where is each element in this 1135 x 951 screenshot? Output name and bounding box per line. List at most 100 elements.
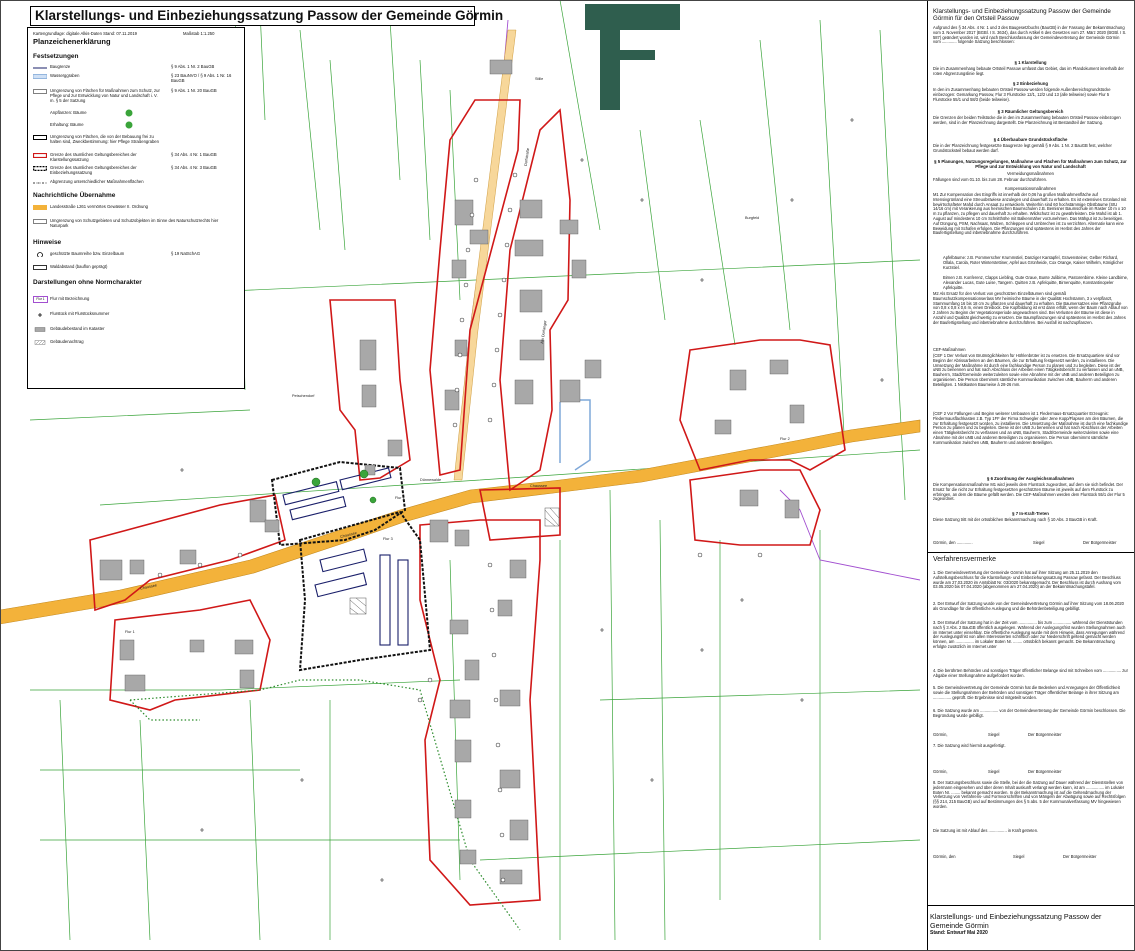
text-intro: Aufgrund des § 34 Abs. 4 Nr. 1 und 3 des…	[933, 25, 1127, 45]
sig2-bm: Der Bürgermeister	[1028, 732, 1062, 737]
legend-item-anpflanzen: Anpflanzen: Bäume	[33, 109, 241, 120]
baugrenze-symbol	[33, 67, 47, 69]
s5-heading: § 5 Planungen, Nutzungsregelungen, Maßna…	[934, 159, 1127, 169]
legend-scale: Maßstab 1:1.250	[183, 31, 215, 36]
forest-distance-symbol	[33, 265, 47, 270]
legend-source: Kartengrundlage: digitale Alkis-Daten St…	[33, 31, 137, 36]
einbeziehung-boundary	[270, 460, 432, 672]
sig4-siegel: Siegel	[1013, 854, 1025, 859]
footer-status: Stand: Entwurf Mai 2020	[930, 930, 988, 936]
sig3-place: Görmin,	[933, 769, 948, 774]
signature-row-1: Görmin, den .............. Siegel Der Bü…	[933, 540, 1128, 546]
plan-title-box: Klarstellungs- und Einbeziehungssatzung …	[30, 6, 503, 26]
legend-item-abgrenzung: Abgrenzung unterschiedlicher Maßnahmenfl…	[33, 179, 241, 189]
box-symbol	[33, 135, 47, 140]
s7-text: Diese Satzung tritt mit der ortsüblichen…	[933, 517, 1098, 522]
sig4-place: Görmin, den	[933, 854, 956, 859]
label-duennewalde: Dünnewalde	[420, 478, 442, 482]
legend-section-hinweise: Hinweise	[33, 239, 62, 246]
legend-item-einbeziehung: Grenze des räumlichen Geltungsbereiches …	[33, 165, 241, 177]
legend-item-klarstellung: Grenze des räumlichen Geltungsbereiches …	[33, 152, 241, 164]
sig3-bm: Der Bürgermeister	[1028, 769, 1062, 774]
signature-place: Görmin, den ..............	[933, 540, 973, 545]
hatch-symbol	[34, 340, 46, 345]
verfahren-4: 4. Die berührten Behörden und sonstigen …	[933, 668, 1128, 678]
footer-title: Klarstellungs- und Einbeziehungssatzung …	[930, 912, 1102, 930]
black-boundary-symbol	[33, 166, 47, 171]
footer-divider	[927, 905, 1135, 906]
s1-text: Die im Zusammenhang bebaute Ortsteil Pas…	[933, 66, 1124, 76]
verfahren-2: 2. Der Entwurf der Satzung wurde von der…	[933, 601, 1124, 611]
m1-apples: Apfelbäume: z.B. Pommerscher Krummstiel,…	[943, 255, 1124, 270]
legend-item-waldabstand: Waldabstand (bauflon geprägt)	[33, 264, 241, 274]
label-flur3: Flur 3	[383, 537, 393, 541]
legend-item-baumreihe: geschützte Baumreihe bzw. Einzelbaum § 1…	[33, 251, 241, 261]
text-panel-heading: Klarstellungs- und Einbeziehungssatzung …	[933, 8, 1111, 22]
protected-tree-symbol	[37, 252, 43, 257]
legend-section-festsetzungen: Festsetzungen	[33, 53, 79, 60]
signature-buergermeister: Der Bürgermeister	[1083, 540, 1117, 545]
legend-panel: Kartengrundlage: digitale Alkis-Daten St…	[27, 27, 245, 389]
legend-item-wassergraben: Wasserggraben § 23 BauNVO / § 9 Abs. 1 N…	[33, 73, 241, 83]
legend-section-nachrichtlich: Nachrichtliche Übernahme	[33, 192, 116, 199]
signature-row-2: Görmin, Siegel Der Bürgermeister	[933, 732, 1128, 738]
signature-siegel: Siegel	[1033, 540, 1045, 545]
sig2-siegel: Siegel	[988, 732, 1000, 737]
sig4-bm: Der Bürgermeister	[1063, 854, 1097, 859]
label-chaussee-east: Chaussee	[530, 484, 548, 488]
plus-symbol	[38, 313, 42, 317]
label-stille: Stille	[535, 77, 544, 81]
cef2-text: (CEF 2 Vor Fällungen und Beginn weiterer…	[933, 411, 1129, 445]
label-flur1: Flur 1	[395, 496, 405, 500]
road-dorfstrasse	[453, 29, 517, 481]
flur-symbol: Flur 1	[33, 296, 48, 303]
s2-text: In den im Zusammenhang bebauten Ortsteil…	[933, 87, 1111, 102]
map-area: Chaussee Chaussee Chaussee Flur 1 Flur 2…	[0, 0, 927, 951]
forest-block	[585, 4, 680, 110]
tree-plant-icon	[125, 109, 133, 117]
legend-item-nachtrag: Gebäudenachtrag	[33, 339, 241, 349]
label-petschendorf: Petschendorf	[292, 394, 315, 398]
tree-keep-icon	[125, 121, 133, 129]
text-panel: Klarstellungs- und Einbeziehungssatzung …	[927, 0, 1135, 951]
legend-item-landesstrasse: Landesstraße L261 vermörtes Gewässer II.…	[33, 204, 241, 214]
s5-faellung: Fällungen sind vom 01.10. bis zum 28. Fe…	[933, 177, 1048, 182]
verfahrensvermerke-heading: Verfahrensvermerke	[933, 556, 997, 563]
water-ditch	[559, 399, 591, 471]
verfahren-3: 3. Der Entwurf der Satzung hat in der Ze…	[933, 620, 1126, 649]
legend-item-freihalten: Umgrenzung von Flächen, die von der Beba…	[33, 134, 241, 148]
plan-sheet: Chaussee Chaussee Chaussee Flur 1 Flur 2…	[0, 0, 1135, 951]
cef1-text: (CEF 1 Der Verlust von Brutmöglichkeiten…	[933, 353, 1124, 387]
legend-item-schutzgebiet: Umgrenzung von Schutzgebieten und Schutz…	[33, 218, 241, 230]
divider	[928, 552, 1135, 553]
verfahren-1: 1. Die Gemeindevertretung der Gemeinde G…	[933, 570, 1121, 590]
m1-pears: Birnen z.B. Konferenz, Clapps Liebling, …	[943, 275, 1129, 290]
building-symbol	[34, 327, 46, 332]
label-flur2: Flur 2	[780, 437, 790, 441]
signature-row-4: Görmin, den Siegel Der Bürgermeister	[933, 854, 1128, 860]
sig3-siegel: Siegel	[988, 769, 1000, 774]
legend-item-erhaltung: Erhaltung: Bäume	[33, 121, 241, 132]
footer-title-block: Klarstellungs- und Einbeziehungssatzung …	[930, 912, 1130, 936]
legend-section-darstellungen: Darstellungen ohne Normcharakter	[33, 279, 142, 286]
m2-text: M2 Als Ersatz für den Verlust von geschü…	[933, 291, 1128, 325]
protected-trees	[157, 172, 763, 883]
legend-item-flur: Flur 1 Flur mit Bezeichnung	[33, 296, 241, 306]
label-flur1-west: Flur 1	[125, 630, 135, 634]
legend-heading: Planzeichenerklärung	[33, 37, 111, 46]
verfahren-7: 7. Die Satzung wird hiermit ausgefertigt…	[933, 743, 1006, 748]
red-boundary-symbol	[33, 153, 47, 158]
road-symbol	[33, 205, 47, 210]
legend-item-flurstueck: Flurstück mit Flurstücksnummer	[33, 311, 241, 321]
verfahren-8: 8. Der Satzungsbeschluss sowie die Stell…	[933, 780, 1126, 809]
s3-text: Die Grenzen der beiden Teilstücke die in…	[933, 115, 1121, 125]
verfahren-6: 6. Die Satzung wurde am ................…	[933, 708, 1126, 718]
water-symbol	[33, 74, 47, 79]
label-burgfeld: Burgfeld	[745, 216, 760, 220]
plan-title: Klarstellungs- und Einbeziehungssatzung …	[35, 8, 504, 23]
dotted-boundary-symbol	[33, 89, 47, 94]
signature-row-3: Görmin, Siegel Der Bürgermeister	[933, 769, 1128, 775]
legend-item-gebaeude: Gebäudebestand im Kataster	[33, 326, 241, 336]
protected-area-symbol	[33, 219, 47, 224]
legend-item-massnahmen: Umgrenzung von Flächen für Maßnahmen zum…	[33, 88, 241, 110]
